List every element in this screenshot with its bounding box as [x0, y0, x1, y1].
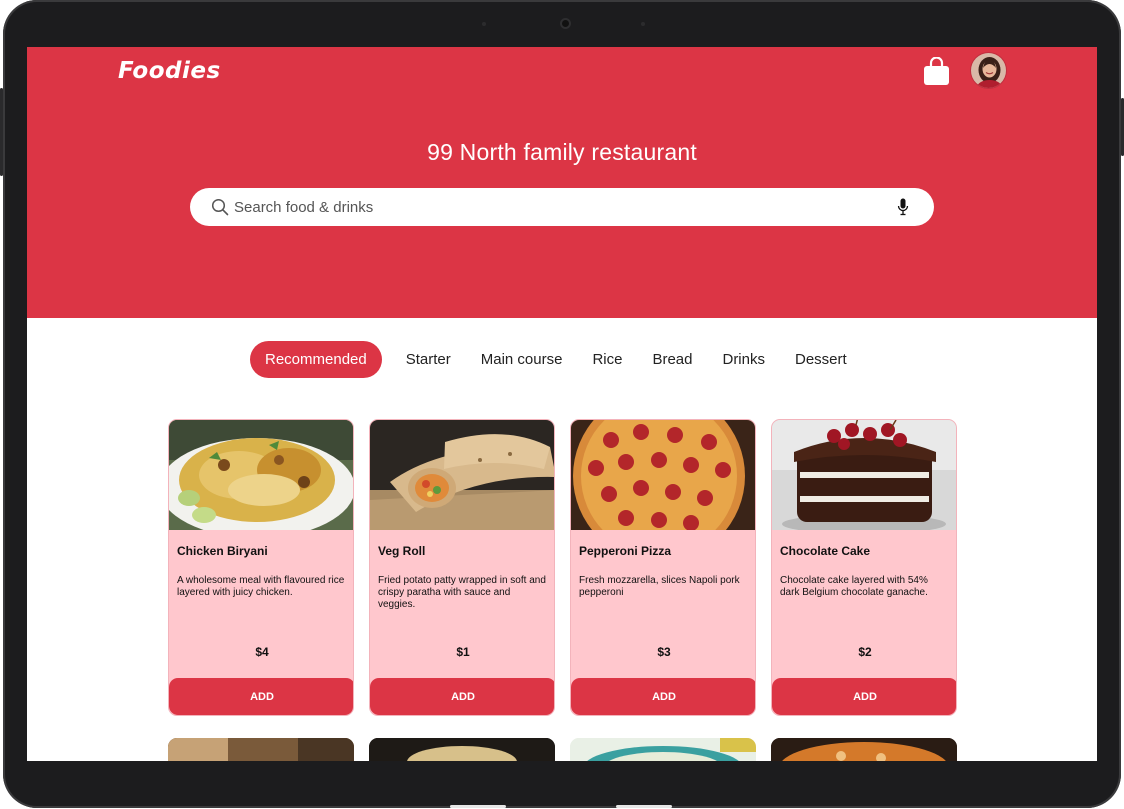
app-screen: Foodies 99 North family restaurant Searc…: [27, 47, 1097, 761]
tab-rice[interactable]: Rice: [577, 341, 637, 378]
front-sensor: [641, 22, 645, 26]
avatar-photo: [971, 53, 1006, 88]
food-name: Chicken Biryani: [177, 544, 268, 558]
food-card-partial: [570, 738, 756, 761]
food-name: Veg Roll: [378, 544, 426, 558]
header-banner: Foodies 99 North family restaurant: [27, 47, 1097, 318]
microphone-icon[interactable]: [897, 198, 909, 216]
category-tabs: Recommended Starter Main course Rice Bre…: [250, 341, 862, 378]
add-to-cart-button[interactable]: ADD: [370, 678, 554, 715]
food-price: $3: [657, 645, 671, 659]
food-card: Chicken Biryani A wholesome meal with fl…: [168, 419, 354, 716]
add-to-cart-button[interactable]: ADD: [571, 678, 755, 715]
shopping-bag-icon[interactable]: [923, 57, 950, 85]
food-card: Chocolate Cake Chocolate cake layered wi…: [771, 419, 957, 716]
food-description: A wholesome meal with flavoured rice lay…: [177, 575, 345, 598]
search-bar[interactable]: [190, 188, 934, 226]
tab-dessert[interactable]: Dessert: [780, 341, 862, 378]
tab-main-course[interactable]: Main course: [466, 341, 578, 378]
tab-bread[interactable]: Bread: [637, 341, 707, 378]
food-name: Chocolate Cake: [780, 544, 871, 558]
food-image: [369, 738, 555, 761]
device-edge-mark: [616, 805, 672, 808]
food-price: $4: [255, 645, 269, 659]
add-to-cart-button[interactable]: ADD: [169, 678, 353, 715]
food-image: [772, 420, 956, 530]
search-input[interactable]: [234, 196, 874, 218]
food-card-partial: [168, 738, 354, 761]
food-image: [370, 420, 554, 530]
tab-starter[interactable]: Starter: [391, 341, 466, 378]
device-edge-mark: [450, 805, 506, 808]
food-description: Fresh mozzarella, slices Napoli pork pep…: [579, 575, 740, 598]
front-camera: [560, 18, 571, 29]
food-image: [571, 420, 755, 530]
food-description: Fried potato patty wrapped in soft and c…: [378, 575, 546, 610]
front-sensor: [482, 22, 486, 26]
food-image: [169, 420, 353, 530]
restaurant-name: 99 North family restaurant: [427, 139, 697, 165]
food-card-partial: [771, 738, 957, 761]
food-card-partial: [369, 738, 555, 761]
food-card: Veg Roll Fried potato patty wrapped in s…: [369, 419, 555, 716]
food-price: $1: [456, 645, 470, 659]
food-image: [771, 738, 957, 761]
food-description: Chocolate cake layered with 54% dark Bel…: [780, 575, 928, 598]
food-card: Pepperoni Pizza Fresh mozzarella, slices…: [570, 419, 756, 716]
food-name: Pepperoni Pizza: [579, 544, 672, 558]
food-image: [570, 738, 756, 761]
tab-drinks[interactable]: Drinks: [707, 341, 780, 378]
user-avatar[interactable]: [970, 52, 1007, 89]
tab-recommended[interactable]: Recommended: [250, 341, 382, 378]
add-to-cart-button[interactable]: ADD: [772, 678, 956, 715]
side-button-left: [0, 88, 3, 176]
food-image: [168, 738, 354, 761]
search-icon[interactable]: [211, 198, 229, 216]
app-logo[interactable]: Foodies: [118, 58, 221, 84]
food-price: $2: [858, 645, 872, 659]
